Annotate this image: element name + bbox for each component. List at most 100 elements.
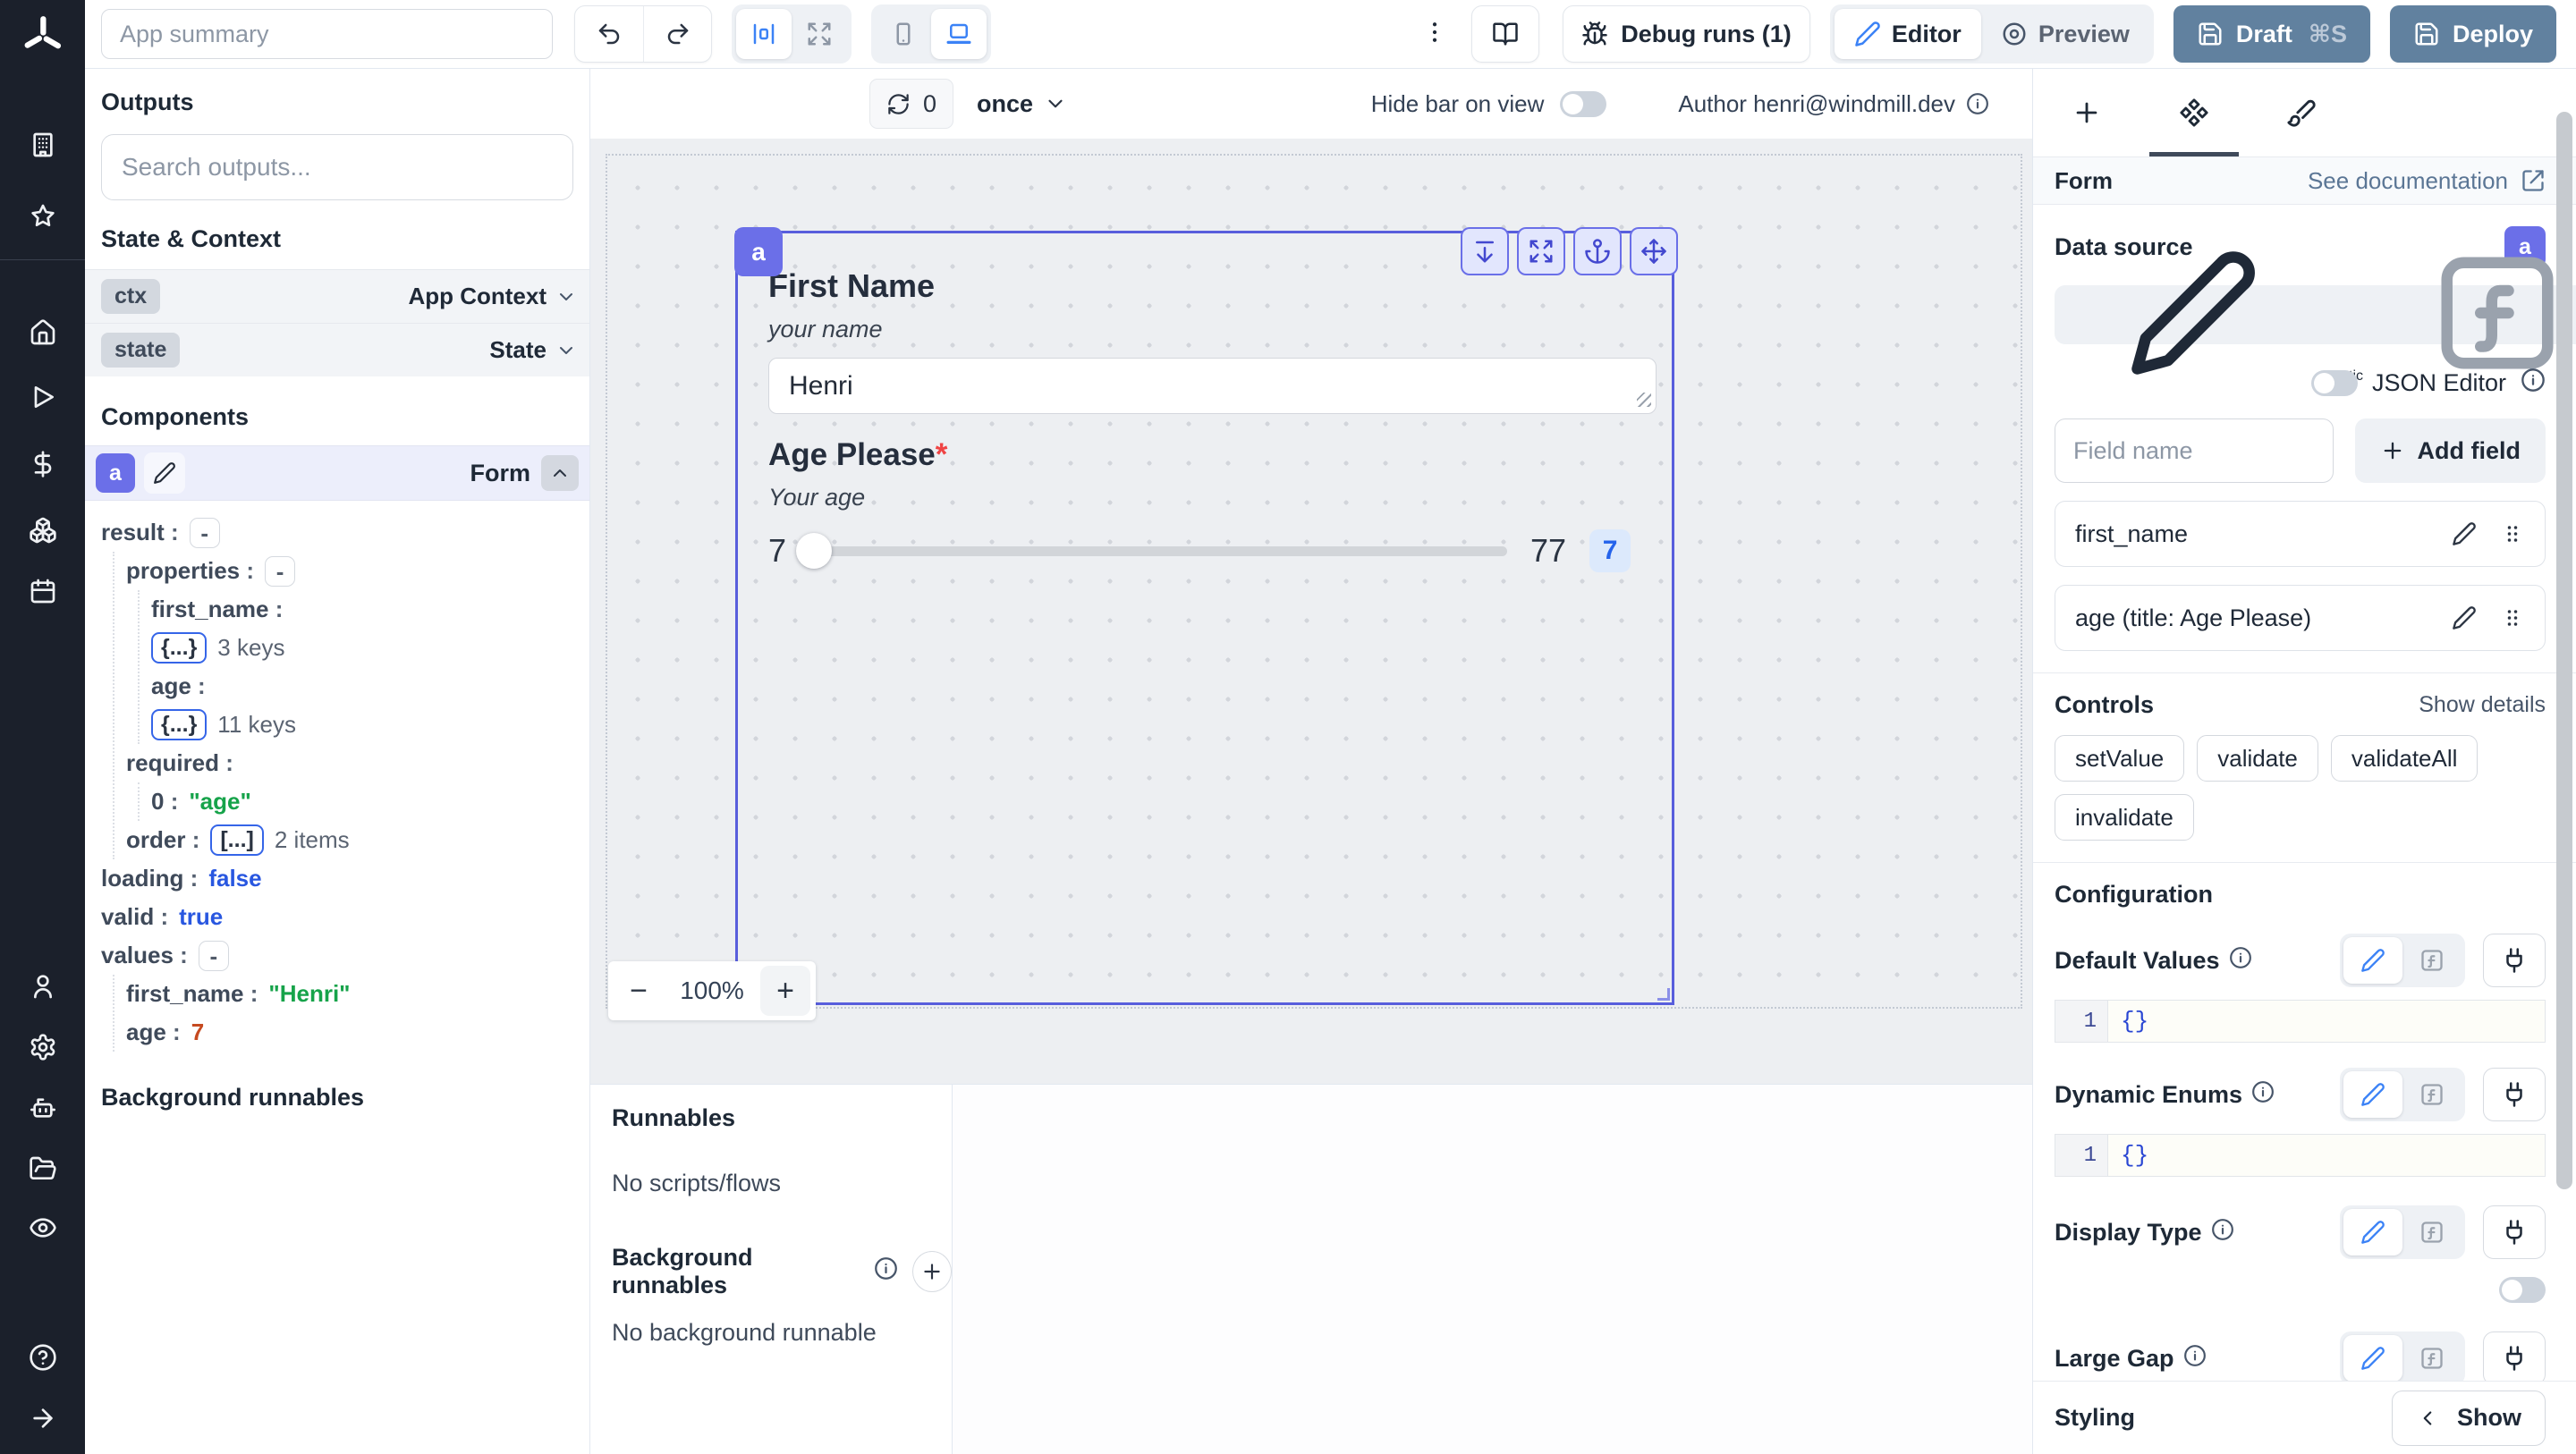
age-slider-handle[interactable] xyxy=(796,532,833,569)
folders-icon[interactable] xyxy=(29,1154,57,1183)
tab-component-settings[interactable] xyxy=(2140,69,2248,156)
workspace-icon[interactable] xyxy=(29,131,57,159)
settings-scroll[interactable]: Data source a Static Eval Compute JSON E… xyxy=(2033,205,2576,1381)
field-item-first-name[interactable]: first_name xyxy=(2055,501,2546,567)
control-chip-invalidate[interactable]: invalidate xyxy=(2055,794,2194,841)
anchor-button[interactable] xyxy=(1573,227,1622,275)
undo-button[interactable] xyxy=(575,6,643,62)
home-icon[interactable] xyxy=(29,318,57,347)
refresh-mode-select[interactable]: once xyxy=(977,90,1067,118)
desktop-view-button[interactable] xyxy=(931,9,987,59)
connect-plug-button[interactable] xyxy=(2483,934,2546,987)
edit-pencil-icon[interactable] xyxy=(2452,521,2477,546)
favorites-star-icon[interactable] xyxy=(29,202,57,231)
array-expand-box[interactable]: [...] xyxy=(210,824,264,856)
panel-scrollbar[interactable] xyxy=(2556,112,2572,1189)
eval-function-button[interactable] xyxy=(2402,937,2462,984)
eval-mode-button[interactable]: Eval xyxy=(2363,246,2576,385)
drag-grip-icon[interactable] xyxy=(2500,521,2525,546)
eval-function-button[interactable] xyxy=(2402,1209,2462,1255)
redo-button[interactable] xyxy=(643,6,711,62)
runs-play-icon[interactable] xyxy=(29,383,57,411)
settings-gear-icon[interactable] xyxy=(29,1033,57,1061)
add-background-runnable-button[interactable] xyxy=(912,1251,952,1292)
center-canvas-button[interactable] xyxy=(736,9,792,59)
eval-function-button[interactable] xyxy=(2402,1071,2462,1118)
user-icon[interactable] xyxy=(29,972,57,1001)
editor-tab[interactable]: Editor xyxy=(1834,9,1981,59)
code-content[interactable]: {} xyxy=(2107,1001,2545,1042)
edit-pencil-icon[interactable] xyxy=(2452,605,2477,630)
field-name-input[interactable] xyxy=(2055,418,2334,483)
collapse-toggle[interactable]: - xyxy=(265,555,296,587)
component-resize-corner[interactable] xyxy=(1657,988,1670,1001)
display-type-label: Display Type xyxy=(2055,1218,2202,1246)
field-item-age[interactable]: age (title: Age Please) xyxy=(2055,585,2546,651)
see-documentation-link[interactable]: See documentation xyxy=(2308,167,2546,195)
hide-bar-toggle[interactable] xyxy=(1560,90,1607,117)
ctx-row[interactable]: ctx App Context xyxy=(85,269,589,323)
audit-eye-icon[interactable] xyxy=(29,1213,57,1242)
connect-plug-button[interactable] xyxy=(2483,1205,2546,1259)
collapse-toggle[interactable]: - xyxy=(198,940,229,971)
static-pencil-button[interactable] xyxy=(2343,1071,2402,1118)
zoom-in-button[interactable]: + xyxy=(760,966,810,1016)
expand-rail-arrow-icon[interactable] xyxy=(29,1404,57,1433)
collapse-toggle[interactable]: - xyxy=(189,517,220,548)
control-chip-validate[interactable]: validate xyxy=(2197,735,2318,782)
windmill-logo-icon[interactable] xyxy=(18,12,68,62)
variables-dollar-icon[interactable] xyxy=(29,450,57,478)
connect-plug-button[interactable] xyxy=(2483,1068,2546,1121)
help-icon[interactable] xyxy=(29,1343,57,1372)
static-pencil-button[interactable] xyxy=(2343,1335,2402,1381)
component-row-form[interactable]: a Form xyxy=(85,445,589,501)
component-type-title: Form xyxy=(2055,166,2113,194)
move-button[interactable] xyxy=(1630,227,1678,275)
collapse-chevron-up-icon[interactable] xyxy=(541,455,579,491)
control-chip-setvalue[interactable]: setValue xyxy=(2055,735,2185,782)
zoom-out-button[interactable]: − xyxy=(614,966,664,1016)
expand-canvas-button[interactable] xyxy=(792,9,847,59)
connect-plug-button[interactable] xyxy=(2483,1331,2546,1381)
debug-runs-button[interactable]: Debug runs (1) xyxy=(1563,5,1810,63)
resources-boxes-icon[interactable] xyxy=(29,516,57,545)
fullscreen-button[interactable] xyxy=(1517,227,1565,275)
json-editor-toggle[interactable] xyxy=(2310,370,2358,396)
preview-tab[interactable]: Preview xyxy=(1981,9,2149,59)
object-expand-box[interactable]: {...} xyxy=(151,632,208,664)
docs-book-button[interactable] xyxy=(1471,5,1540,63)
control-chip-validateall[interactable]: validateAll xyxy=(2330,735,2479,782)
search-outputs-input[interactable] xyxy=(101,134,573,200)
app-summary-input[interactable] xyxy=(101,9,553,59)
show-details-link[interactable]: Show details xyxy=(2419,692,2546,718)
display-type-toggle[interactable] xyxy=(2499,1277,2546,1303)
show-styling-button[interactable]: Show xyxy=(2392,1390,2546,1446)
resize-handle[interactable] xyxy=(1637,393,1651,407)
selected-form-component[interactable]: a First Name your name Henri Age Please*… xyxy=(734,227,1678,1005)
rename-pencil-icon[interactable] xyxy=(144,452,185,494)
expand-down-button[interactable] xyxy=(1461,227,1509,275)
dynamic-enums-editor[interactable]: 1 {} xyxy=(2055,1134,2546,1177)
default-values-editor[interactable]: 1 {} xyxy=(2055,1000,2546,1043)
tab-styling-brush[interactable] xyxy=(2248,69,2355,156)
schedules-calendar-icon[interactable] xyxy=(29,577,57,605)
tab-insert-component[interactable] xyxy=(2033,69,2140,156)
static-mode-button[interactable]: Static xyxy=(2059,246,2363,385)
code-content[interactable]: {} xyxy=(2107,1135,2545,1176)
canvas-viewport[interactable]: a First Name your name Henri Age Please*… xyxy=(606,154,2022,1009)
workers-robot-icon[interactable] xyxy=(29,1094,57,1122)
add-field-button[interactable]: Add field xyxy=(2354,418,2546,483)
object-expand-box[interactable]: {...} xyxy=(151,709,208,740)
draft-button[interactable]: Draft ⌘S xyxy=(2173,5,2370,63)
static-pencil-button[interactable] xyxy=(2343,937,2402,984)
eval-function-button[interactable] xyxy=(2402,1335,2462,1381)
drag-grip-icon[interactable] xyxy=(2500,605,2525,630)
refresh-button[interactable]: 0 xyxy=(869,79,954,129)
deploy-button[interactable]: Deploy xyxy=(2389,5,2556,63)
first-name-field[interactable] xyxy=(768,358,1657,414)
state-row[interactable]: state State xyxy=(85,323,589,376)
mobile-view-button[interactable] xyxy=(876,9,931,59)
static-pencil-button[interactable] xyxy=(2343,1209,2402,1255)
age-slider-track[interactable] xyxy=(796,532,1508,569)
more-menu-button[interactable] xyxy=(1421,19,1448,50)
